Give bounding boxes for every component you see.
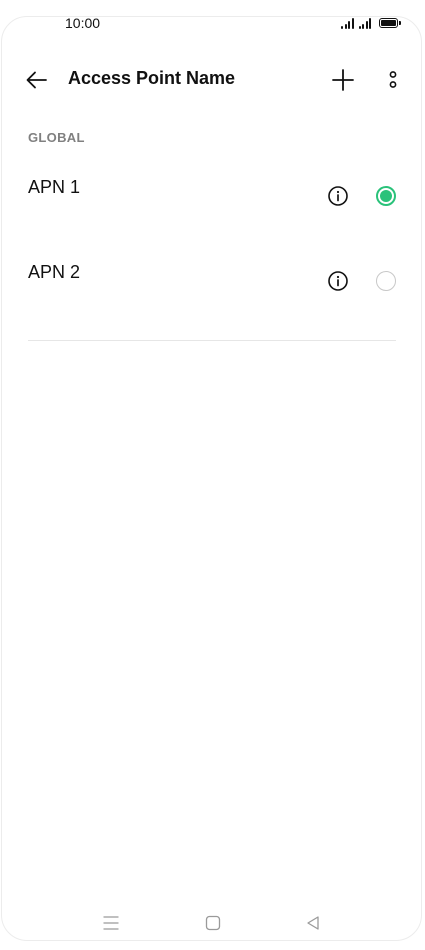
back-button[interactable] — [22, 64, 54, 96]
plus-icon — [332, 69, 354, 91]
signal-icon — [358, 17, 371, 29]
status-bar: 10:00 — [0, 0, 425, 46]
info-icon — [328, 271, 348, 291]
apn-row[interactable]: APN 2 — [0, 245, 425, 325]
screen: 10:00 Access Point Name GLOBAL APN 1 APN… — [0, 0, 425, 950]
recent-apps-button[interactable] — [101, 914, 121, 932]
apn-radio-unselected[interactable] — [376, 271, 396, 291]
apn-info-button[interactable] — [327, 270, 349, 292]
home-button[interactable] — [204, 914, 222, 932]
status-icons — [341, 16, 401, 29]
menu-icon — [103, 916, 119, 930]
page-title: Access Point Name — [68, 68, 236, 88]
list-divider — [28, 340, 396, 341]
apn-label: APN 1 — [28, 177, 81, 197]
arrow-left-icon — [26, 71, 47, 89]
more-vertical-icon — [389, 71, 397, 88]
info-icon — [328, 186, 348, 206]
app-bar: Access Point Name — [0, 58, 425, 102]
device-frame — [1, 16, 422, 941]
navigation-bar — [0, 908, 425, 938]
add-apn-button[interactable] — [327, 64, 359, 96]
battery-icon — [379, 18, 401, 28]
system-back-button[interactable] — [304, 914, 322, 932]
apn-radio-selected[interactable] — [376, 186, 396, 206]
signal-icon — [341, 17, 354, 29]
square-icon — [205, 915, 221, 931]
apn-row[interactable]: APN 1 — [0, 160, 425, 240]
apn-info-button[interactable] — [327, 185, 349, 207]
more-options-button[interactable] — [381, 64, 405, 96]
section-header: GLOBAL — [28, 130, 85, 145]
apn-label: APN 2 — [28, 262, 81, 282]
triangle-back-icon — [307, 916, 319, 930]
status-time: 10:00 — [65, 15, 101, 31]
